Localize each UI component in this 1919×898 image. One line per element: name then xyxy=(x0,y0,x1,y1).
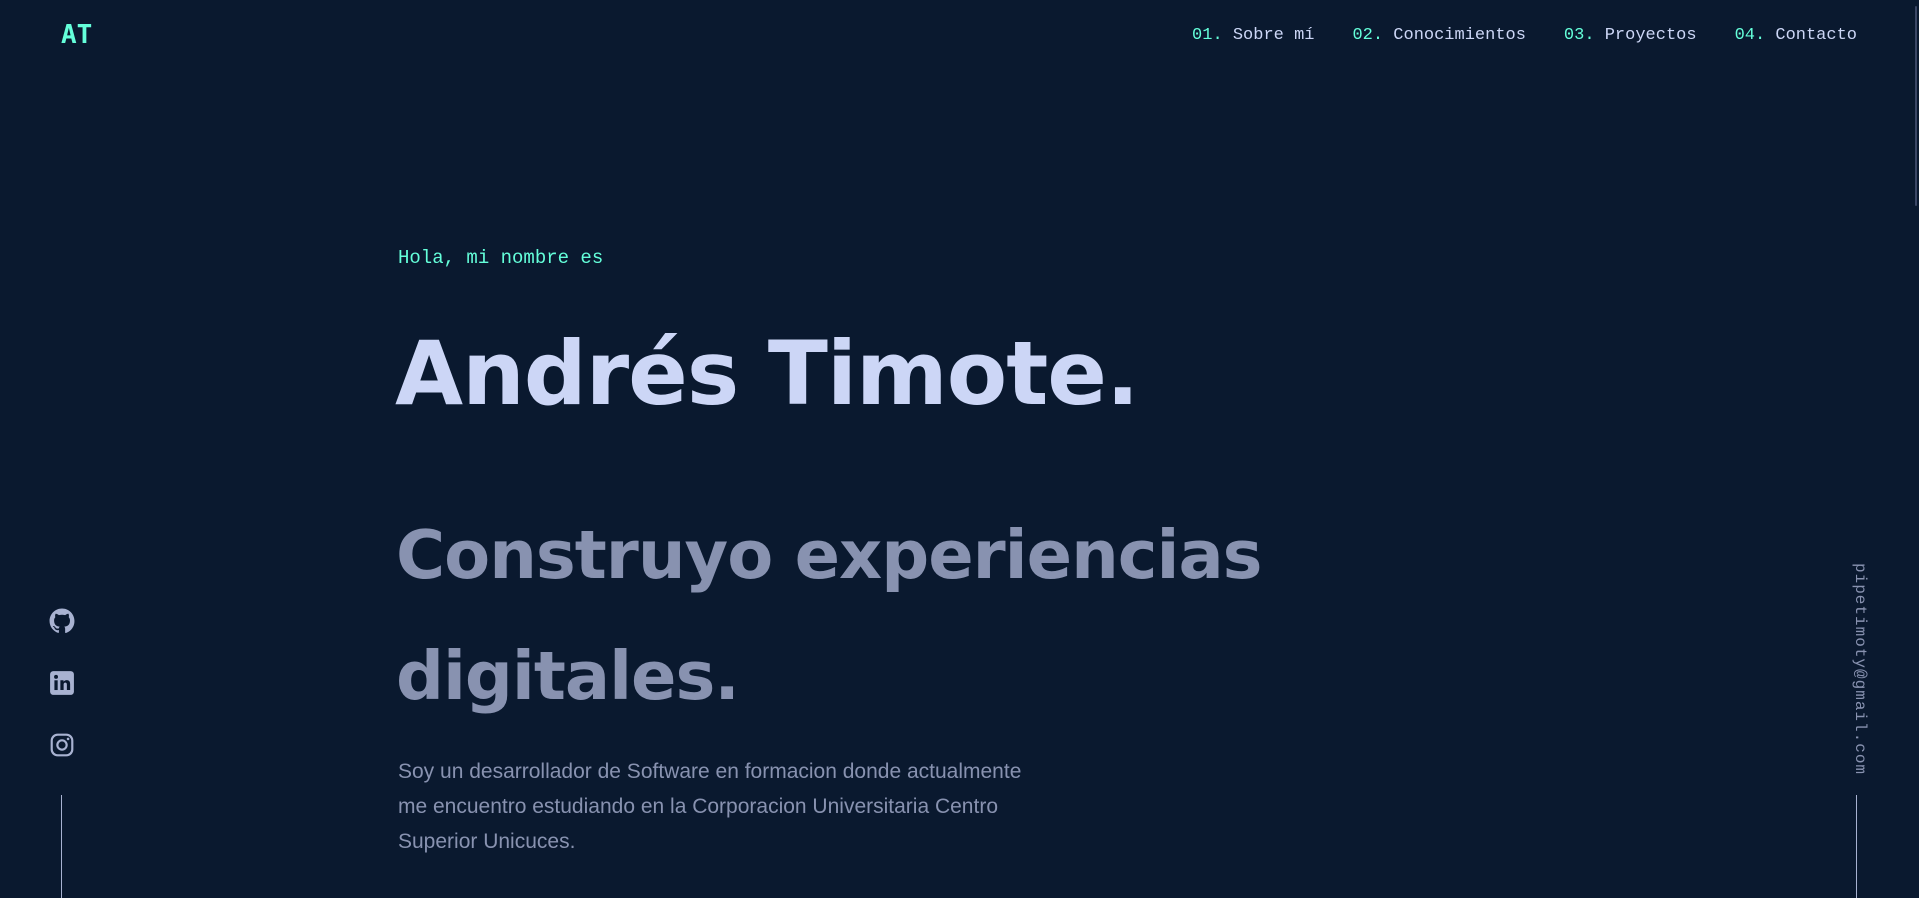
hero-bio: Soy un desarrollador de Software en form… xyxy=(398,754,1098,859)
github-link[interactable] xyxy=(49,608,75,634)
hero-name: Andrés Timote. xyxy=(395,322,1139,425)
bio-line: Superior Unicuces. xyxy=(398,830,576,853)
left-vertical-divider xyxy=(61,795,62,898)
linkedin-link[interactable] xyxy=(49,670,75,696)
nav-number: 02. xyxy=(1352,26,1384,45)
nav-link-sobre-mi[interactable]: 01. Sobre mí xyxy=(1192,26,1314,45)
social-links xyxy=(48,608,76,758)
hero-tagline: Construyo experiencias digitales. xyxy=(396,495,1296,737)
page-scrollbar[interactable] xyxy=(1913,0,1919,898)
email-link[interactable]: pipetimoty@gmail.com xyxy=(1845,563,1869,775)
scrollbar-thumb[interactable] xyxy=(1915,6,1917,206)
nav-number: 03. xyxy=(1563,26,1595,45)
nav-number: 04. xyxy=(1734,26,1766,45)
bio-line: me encuentro estudiando en la Corporacio… xyxy=(398,795,998,818)
nav-label: Contacto xyxy=(1775,26,1857,45)
hero-greeting: Hola, mi nombre es xyxy=(398,247,604,269)
logo-link[interactable]: AT xyxy=(61,20,92,50)
nav-link-contacto[interactable]: 04. Contacto xyxy=(1735,26,1857,45)
github-icon xyxy=(49,608,75,633)
nav-label: Sobre mí xyxy=(1232,26,1315,45)
nav-label: Conocimientos xyxy=(1393,26,1526,45)
top-navigation: 01. Sobre mí 02. Conocimientos 03. Proye… xyxy=(1192,26,1857,45)
linkedin-icon xyxy=(50,671,74,695)
tagline-line: Construyo experiencias xyxy=(396,516,1263,594)
nav-label: Proyectos xyxy=(1604,26,1697,45)
instagram-icon xyxy=(50,733,74,757)
nav-number: 01. xyxy=(1192,26,1223,45)
tagline-line: digitales. xyxy=(396,637,740,715)
right-vertical-divider xyxy=(1856,795,1857,898)
nav-link-proyectos[interactable]: 03. Proyectos xyxy=(1564,26,1697,45)
nav-link-conocimientos[interactable]: 02. Conocimientos xyxy=(1352,26,1525,45)
bio-line: Soy un desarrollador de Software en form… xyxy=(398,760,1022,783)
instagram-link[interactable] xyxy=(49,732,75,758)
